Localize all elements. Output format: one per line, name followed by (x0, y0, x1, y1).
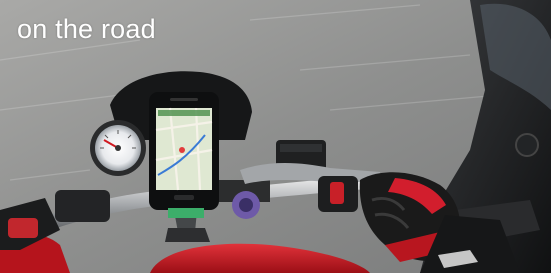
photo-caption: on the road (17, 14, 156, 44)
smartphone (149, 92, 219, 210)
mount-label (168, 208, 204, 218)
speedometer-gauge (90, 120, 146, 176)
photo-frame: on the road (0, 0, 551, 273)
